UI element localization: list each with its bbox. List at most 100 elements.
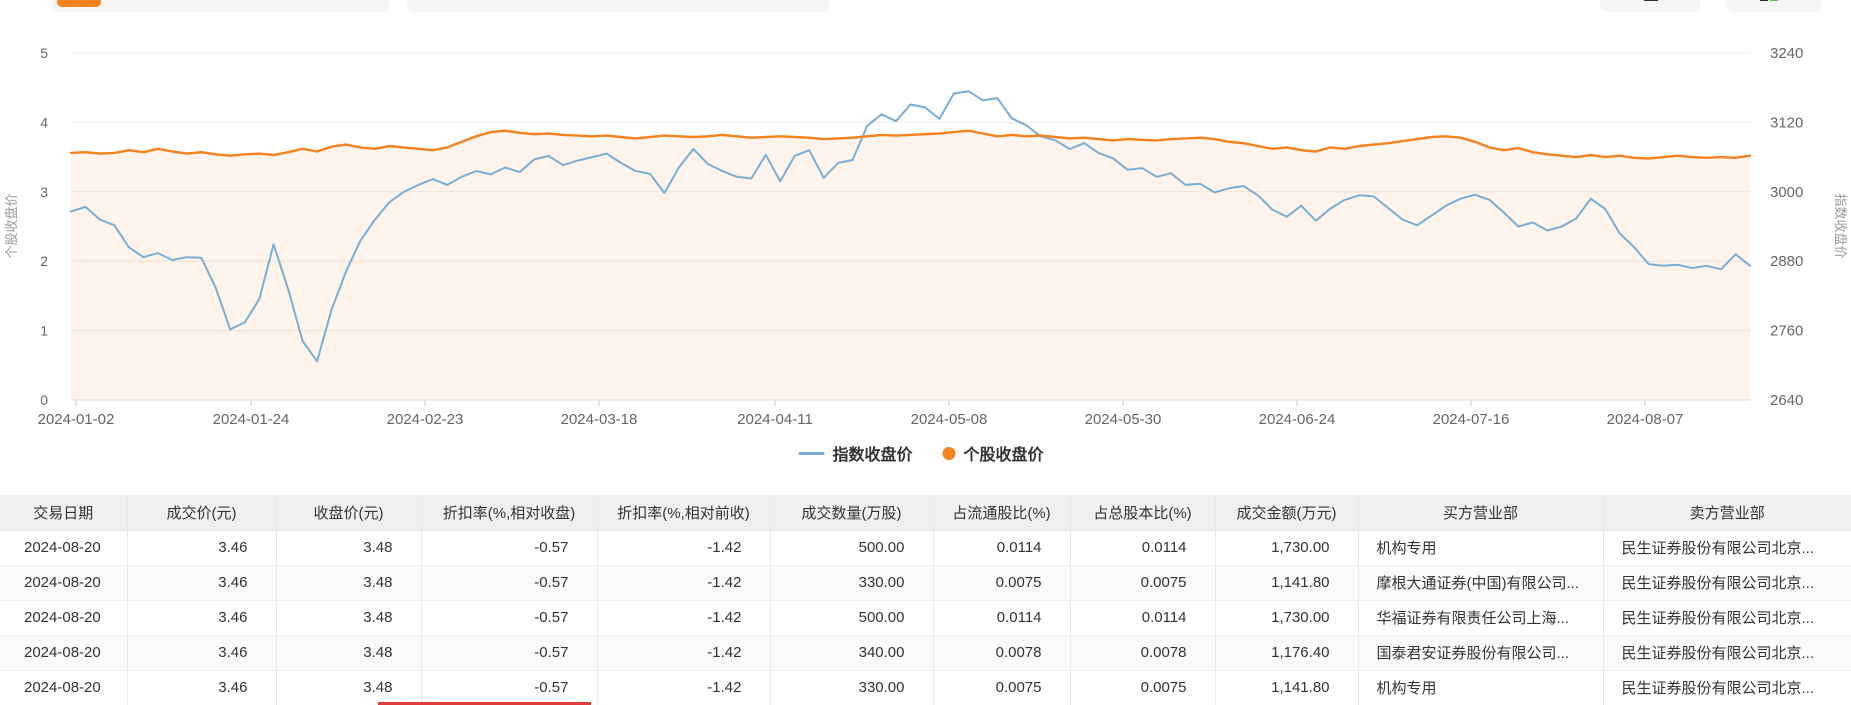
top-toolbar [0,0,1851,14]
legend-label: 个股收盘价 [963,447,1044,464]
table-cell: 3.48 [276,530,422,565]
table-cell: 0.0075 [1070,565,1216,600]
table-cell: 1,730.00 [1215,530,1359,565]
table-cell: 3.46 [127,635,277,670]
excel-export-button[interactable] [1726,0,1821,12]
grid-icon [1644,0,1658,1]
tab-group-left [52,0,389,12]
x-axis-label: 2024-06-24 [1259,411,1336,428]
x-axis-label: 2024-02-23 [387,411,464,428]
column-header: 卖方营业部 [1603,495,1851,531]
chart-legend: 指数收盘价 个股收盘价 [798,441,1044,465]
table-row: 2024-08-20 3.46 3.48 -0.57 -1.42 330.00 0.0075… [0,670,1851,705]
excel-icon-dark [1760,0,1768,1]
table-cell: 0.0075 [933,670,1071,705]
legend-label: 指数收盘价 [832,447,913,464]
table-cell: 民生证券股份有限公司北京... [1621,575,1815,592]
table-cell: 2024-08-20 [0,565,128,600]
table-cell: -1.42 [597,635,771,670]
table-cell: 民生证券股份有限公司北京... [1621,540,1815,557]
column-header: 折扣率(%,相对收盘) [421,495,598,531]
right-axis-tick: 2760 [1770,323,1803,340]
column-header: 成交价(元) [127,495,277,531]
legend-item-index[interactable]: 指数收盘价 [798,441,913,465]
column-header: 成交数量(万股) [770,495,934,531]
x-axis-label: 2024-05-08 [911,411,988,428]
tab-group-right [407,0,830,12]
table-body: 2024-08-20 3.46 3.48 -0.57 -1.42 500.00 0.0114… [0,530,1851,705]
right-axis-tick: 2640 [1770,392,1803,409]
table-cell: 1,730.00 [1215,600,1359,635]
table-cell: 机构专用 [1358,530,1604,565]
table-row: 2024-08-20 3.46 3.48 -0.57 -1.42 340.00 0.0078… [0,635,1851,670]
table-cell: 0.0114 [1070,530,1216,565]
table-cell: 2024-08-20 [0,670,128,705]
table-cell: 3.46 [127,530,277,565]
block-trade-page: 0 1 2 3 4 5 2640 2760 2880 3000 3120 3240 2024-01-02… [0,0,1851,705]
table-cell: 330.00 [770,670,934,705]
table-cell: 1,176.40 [1215,635,1359,670]
left-axis-tick: 1 [40,323,48,339]
table-cell: 340.00 [770,635,934,670]
x-axis-label: 2024-05-30 [1085,411,1162,428]
table-cell: 华福证券有限责任公司上海... [1358,600,1604,635]
table-cell: -0.57 [421,530,598,565]
table-row: 2024-08-20 3.46 3.48 -0.57 -1.42 330.00 0.0075… [0,565,1851,600]
left-axis-title: 个股收盘价 [4,193,19,258]
excel-icon-green [1770,0,1778,1]
stock-price-area [71,130,1750,400]
table-cell: 1,141.80 [1215,670,1359,705]
table-cell: 3.48 [276,600,422,635]
price-index-line-chart: 0 1 2 3 4 5 2640 2760 2880 3000 3120 3240 2024-01-02… [4,45,1848,428]
column-header: 收盘价(元) [276,495,422,531]
table-cell: 500.00 [770,530,934,565]
table-cell: -0.57 [421,635,598,670]
active-tab-button[interactable] [57,0,101,7]
table-cell: 2024-08-20 [0,600,128,635]
table-cell: 1,141.80 [1215,565,1359,600]
table-cell: 0.0075 [1070,670,1216,705]
table-cell: 0.0078 [1070,635,1216,670]
x-axis-label: 2024-03-18 [561,411,638,428]
column-header: 交易日期 [0,495,128,531]
left-axis-tick: 5 [40,45,48,61]
table-cell: -1.42 [597,530,771,565]
table-cell: -1.42 [597,670,771,705]
x-axis-label: 2024-04-11 [737,411,813,428]
column-header: 折扣率(%,相对前收) [597,495,771,531]
table-cell: 3.48 [276,565,422,600]
column-header: 成交金额(万元) [1215,495,1359,531]
left-axis-tick: 4 [40,114,48,130]
table-cell: 0.0114 [1070,600,1216,635]
table-cell: 摩根大通证券(中国)有限公司... [1358,565,1604,600]
table-cell: 330.00 [770,565,934,600]
legend-item-stock[interactable]: 个股收盘价 [942,441,1044,465]
right-axis-tick: 2880 [1770,253,1803,270]
left-axis-tick: 2 [40,253,48,269]
table-row: 2024-08-20 3.46 3.48 -0.57 -1.42 500.00 0.0114… [0,600,1851,635]
table-cell: 民生证券股份有限公司北京... [1621,645,1815,662]
table-cell: 3.48 [276,635,422,670]
left-axis-tick: 0 [40,392,48,408]
table-header-row: 交易日期 成交价(元) 收盘价(元) 折扣率(%,相对收盘) 折扣率(%,相对前收) 成交… [0,495,1851,531]
table-cell: -1.42 [597,565,771,600]
table-cell: -0.57 [421,600,598,635]
table-cell: 机构专用 [1358,670,1604,705]
grid-view-button[interactable] [1600,0,1700,12]
table-row: 2024-08-20 3.46 3.48 -0.57 -1.42 500.00 0.0114… [0,530,1851,565]
table-cell: 0.0075 [933,565,1071,600]
column-header: 买方营业部 [1358,495,1604,531]
column-header: 占流通股比(%) [933,495,1071,531]
right-axis-title: 指数收盘价 [1833,193,1848,258]
table-cell: 0.0078 [933,635,1071,670]
x-axis-label: 2024-01-02 [38,411,115,428]
x-axis-label: 2024-01-24 [213,411,290,428]
table-cell: 0.0114 [933,530,1071,565]
table-cell: 500.00 [770,600,934,635]
block-trade-table: 交易日期 成交价(元) 收盘价(元) 折扣率(%,相对收盘) 折扣率(%,相对前收) 成交… [0,495,1851,705]
table-cell: 2024-08-20 [0,530,128,565]
legend-line-marker [798,451,825,455]
left-axis-tick: 3 [40,184,48,200]
x-axis-label: 2024-07-16 [1433,411,1510,428]
table-cell: 国泰君安证券股份有限公司... [1358,635,1604,670]
